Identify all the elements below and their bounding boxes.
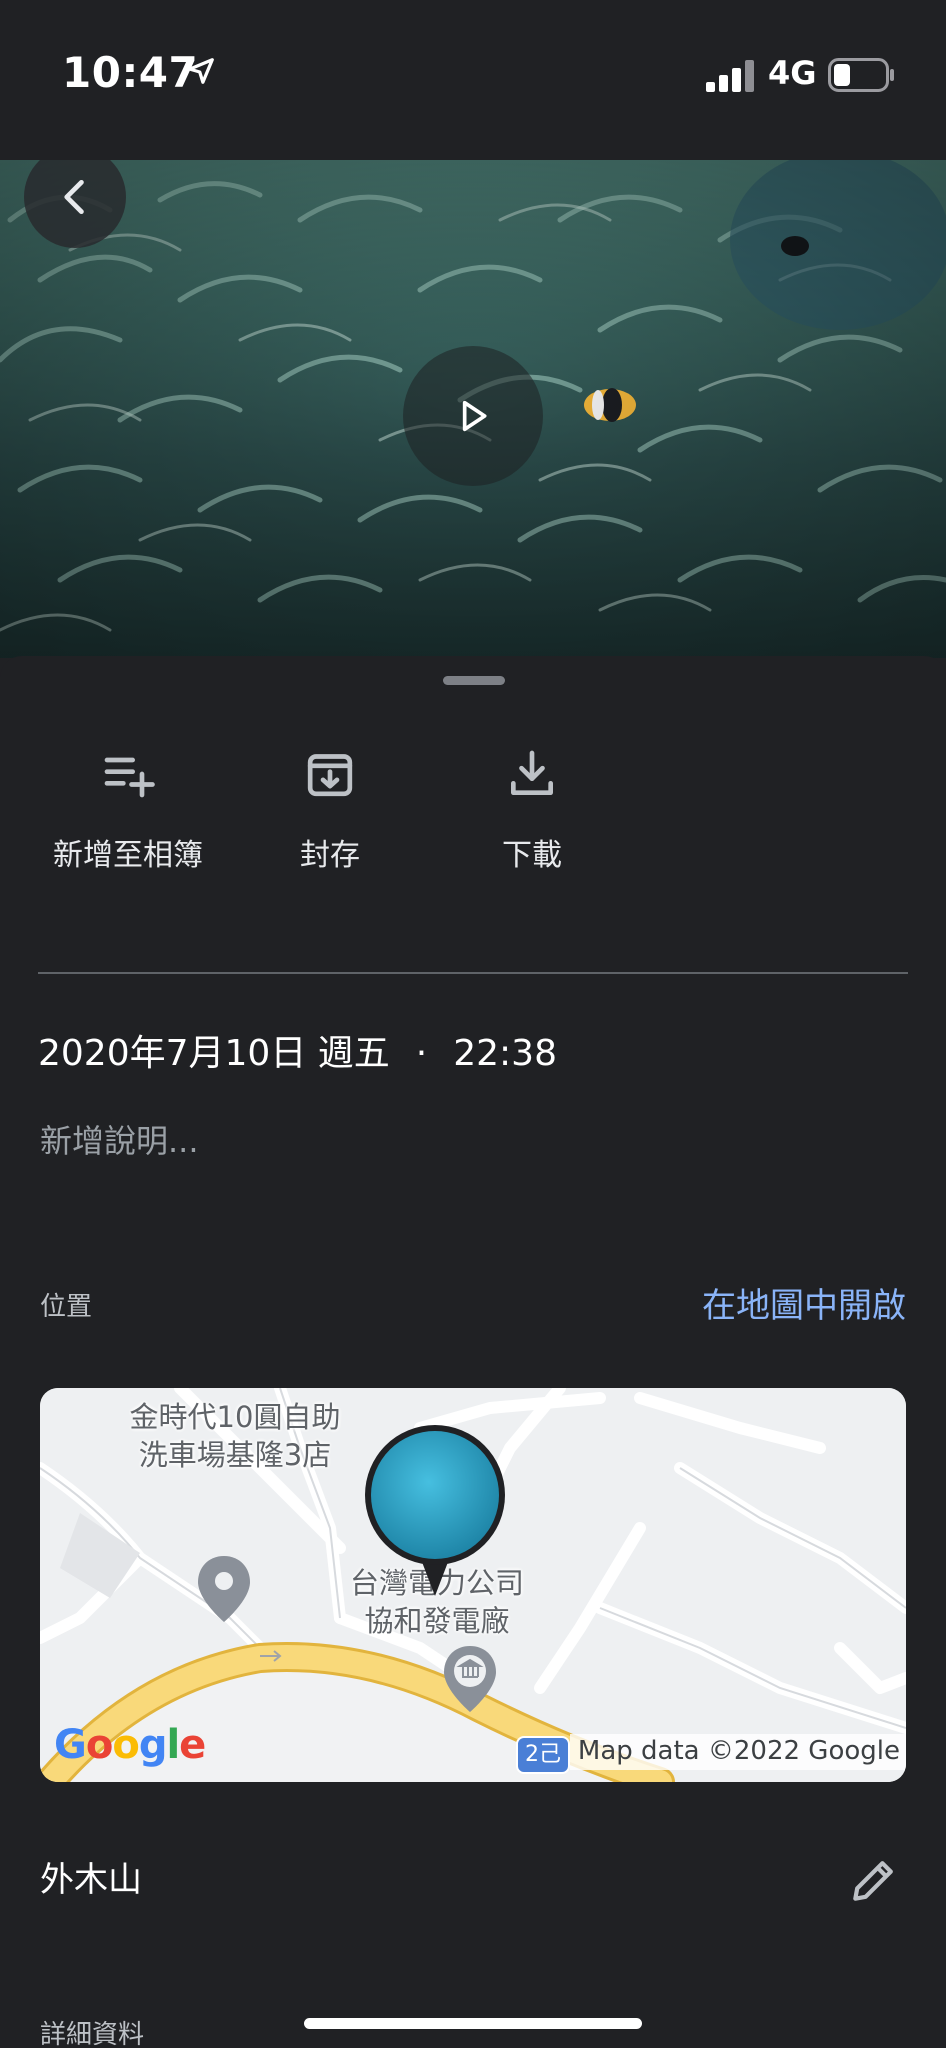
archive-button[interactable]: 封存 [230, 746, 430, 874]
road-number-badge: 2己 [516, 1736, 570, 1774]
playlist-add-icon [104, 757, 155, 798]
download-icon [511, 750, 553, 795]
status-time: 10:47 [62, 48, 199, 97]
open-in-maps-link[interactable]: 在地圖中開啟 [702, 1278, 906, 1327]
download-button[interactable]: 下載 [432, 746, 632, 874]
photo-time: 22:38 [453, 1033, 557, 1074]
location-arrow-icon [188, 58, 214, 84]
download-label: 下載 [502, 838, 562, 873]
google-logo: Google [54, 1722, 206, 1768]
place-name: 外木山 [40, 1860, 142, 1900]
photo-detail-screen: 10:47 4G 新增至相簿 封存 下載 2020年7月10日 週五 · 22:… [0, 0, 946, 2048]
photo-location-marker [365, 1425, 505, 1596]
chevron-left-icon [64, 179, 84, 215]
add-to-album-label: 新增至相簿 [53, 838, 203, 873]
battery-icon [828, 58, 894, 92]
description-input[interactable]: 新增說明... [40, 1116, 199, 1162]
location-section-label: 位置 [40, 1292, 93, 1322]
map-attribution: Map data ©2022 Google [569, 1734, 906, 1770]
map-poi-carwash-label: 金時代10圓自助 洗車場基隆3店 [129, 1400, 341, 1472]
play-icon [462, 400, 487, 432]
network-type: 4G [768, 54, 817, 92]
photo-date: 2020年7月10日 週五 [38, 1033, 390, 1074]
signal-bars-icon [706, 60, 754, 92]
datetime-separator: · [415, 1033, 428, 1074]
archive-icon [307, 754, 353, 797]
add-to-album-button[interactable]: 新增至相簿 [28, 746, 228, 874]
photo-datetime: 2020年7月10日 週五 · 22:38 [38, 1024, 557, 1076]
info-sheet: 新增至相簿 封存 下載 2020年7月10日 週五 · 22:38 新增說明..… [0, 656, 946, 2048]
map-poi-carwash: 金時代10圓自助 洗車場基隆3店 [90, 1398, 380, 1474]
video-preview[interactable] [0, 160, 946, 658]
home-indicator[interactable] [304, 2018, 642, 2029]
details-section-label: 詳細資料 [40, 2020, 145, 2048]
pencil-icon[interactable] [846, 1852, 902, 1908]
archive-label: 封存 [300, 838, 360, 873]
play-button[interactable] [403, 346, 543, 486]
drag-handle[interactable] [443, 676, 505, 685]
status-bar: 10:47 4G [0, 0, 946, 150]
section-divider [38, 972, 908, 974]
